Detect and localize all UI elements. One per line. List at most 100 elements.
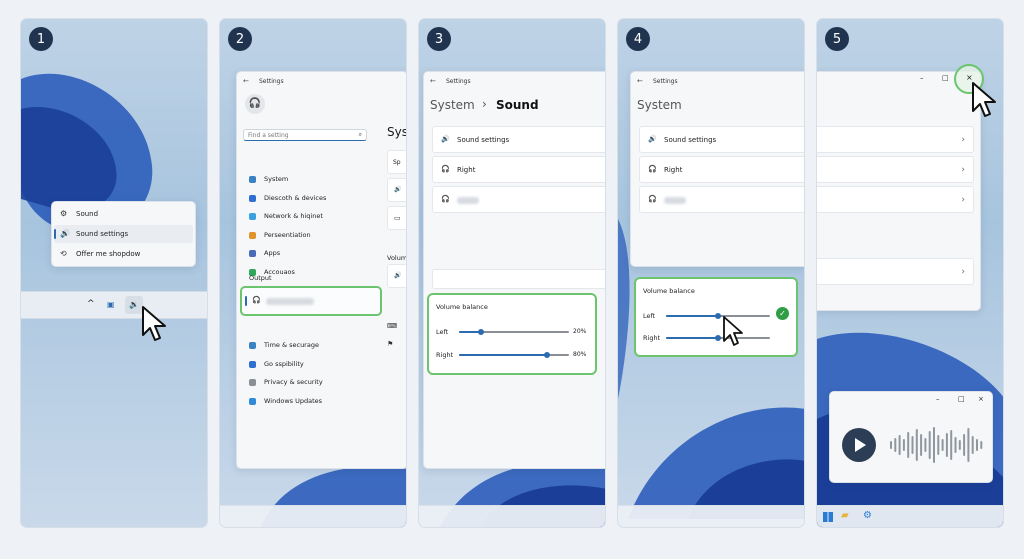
- breadcrumb-parent[interactable]: System: [430, 98, 475, 112]
- settings-window: ← Settings 🎧 Find a setting ⌕ System Dies…: [236, 71, 407, 469]
- headphones-icon: 🎧: [441, 165, 450, 173]
- display-icon: ▭: [394, 214, 401, 222]
- right-slider-thumb[interactable]: [715, 335, 721, 341]
- nav-item[interactable]: Go sspibility: [243, 358, 373, 372]
- minimize-button[interactable]: –: [920, 74, 924, 82]
- redacted-device-name: [664, 197, 686, 204]
- waveform-bar: [898, 435, 901, 455]
- waveform-bar: [907, 432, 910, 458]
- display-icon[interactable]: ▣: [107, 300, 115, 309]
- settings-window: – □ × › › › ›: [817, 64, 984, 311]
- back-arrow-icon[interactable]: ←: [637, 77, 643, 85]
- setting-card[interactable]: Sp: [387, 150, 406, 174]
- step-badge: 4: [626, 27, 650, 51]
- left-slider-thumb[interactable]: [715, 313, 721, 319]
- right-device-card[interactable]: 🎧 Right: [639, 156, 804, 183]
- right-device-card[interactable]: 🎧 Right: [432, 156, 605, 183]
- play-button[interactable]: [842, 428, 876, 462]
- right-slider[interactable]: [459, 352, 569, 358]
- search-input[interactable]: Find a setting ⌕: [243, 129, 367, 141]
- device-card[interactable]: 🎧: [432, 186, 605, 213]
- maximize-button[interactable]: □: [942, 74, 949, 82]
- chevron-up-icon[interactable]: ^: [87, 299, 95, 309]
- settings-card[interactable]: ›: [817, 258, 974, 285]
- chevron-right-icon: ›: [961, 266, 965, 277]
- mouse-cursor: [142, 306, 166, 341]
- waveform: [890, 427, 983, 463]
- nav-item-label: System: [264, 175, 289, 183]
- chevron-right-icon: ›: [961, 164, 965, 175]
- device-card[interactable]: 🎧: [639, 186, 804, 213]
- settings-card[interactable]: ›: [817, 156, 974, 183]
- selection-indicator: [54, 229, 56, 239]
- taskbar: [419, 505, 605, 527]
- left-slider[interactable]: [459, 329, 569, 335]
- sound-settings-card[interactable]: 🔊 Sound settings: [639, 126, 804, 153]
- window-title: Settings: [259, 78, 284, 85]
- nav-item[interactable]: Windows Updates: [243, 395, 373, 409]
- menu-item-sound-settings[interactable]: 🔊 Sound settings: [54, 225, 193, 243]
- menu-item-offer[interactable]: ⟲ Offer me shopdow: [52, 245, 195, 263]
- menu-item-sound[interactable]: ⚙ Sound: [52, 205, 195, 223]
- start-icon[interactable]: [823, 512, 833, 522]
- sound-settings-card[interactable]: 🔊 Sound settings: [432, 126, 605, 153]
- waveform-bar: [890, 441, 892, 449]
- headphones-icon: 🎧: [648, 165, 657, 173]
- left-label: Left: [643, 312, 656, 320]
- nav-item-icon: [249, 342, 256, 349]
- nav-item[interactable]: Network & hiqinet: [243, 210, 373, 224]
- waveform-bar: [915, 429, 918, 461]
- minimize-button[interactable]: –: [936, 395, 940, 403]
- breadcrumb-current: Sound: [496, 98, 539, 112]
- settings-card[interactable]: ›: [817, 186, 974, 213]
- output-device-item[interactable]: 🎧: [240, 286, 382, 316]
- speaker-icon: 🔊: [441, 135, 450, 143]
- left-slider[interactable]: [666, 313, 770, 319]
- nav-item[interactable]: Apps: [243, 247, 373, 261]
- search-placeholder: Find a setting: [248, 131, 289, 139]
- nav-item-label: Privacy & security: [264, 378, 323, 386]
- nav-item[interactable]: Time & securage: [243, 339, 373, 353]
- volume-balance-card: Volume balance Left Right ✓: [634, 277, 798, 357]
- nav-item[interactable]: Privacy & security: [243, 376, 373, 390]
- back-arrow-icon[interactable]: ←: [430, 77, 436, 85]
- maximize-button[interactable]: □: [958, 395, 965, 403]
- close-button[interactable]: ×: [978, 395, 984, 403]
- waveform-bar: [928, 431, 931, 459]
- volume-heading: Volum: [387, 254, 407, 262]
- flag-icon: ⚑: [387, 340, 394, 348]
- setting-card[interactable]: 🔊: [387, 264, 406, 288]
- right-slider[interactable]: [666, 335, 770, 341]
- nav-item[interactable]: Diescoth & devices: [243, 192, 373, 206]
- setting-card[interactable]: ▭: [387, 206, 406, 230]
- setting-card[interactable]: 🔊: [387, 178, 406, 202]
- card-label: Sound settings: [664, 136, 717, 144]
- nav-item-label: Time & securage: [264, 341, 319, 349]
- output-heading: Output: [249, 274, 272, 282]
- nav-item[interactable]: Perseentiation: [243, 229, 373, 243]
- waveform-bar: [937, 435, 940, 455]
- nav-item-icon: [249, 250, 256, 257]
- blank-card: [432, 269, 605, 289]
- folder-icon[interactable]: ▰: [841, 510, 849, 521]
- menu-item-label: Sound settings: [76, 230, 129, 238]
- speaker-icon: 🔊: [648, 135, 657, 143]
- play-icon: [855, 438, 866, 452]
- window-title: Settings: [446, 78, 471, 85]
- right-slider-thumb[interactable]: [544, 352, 550, 358]
- nav-item-icon: [249, 194, 256, 202]
- nav-item[interactable]: System: [243, 173, 373, 187]
- back-arrow-icon[interactable]: ←: [243, 77, 249, 85]
- waveform-bar: [941, 439, 944, 451]
- window-title: Settings: [653, 78, 678, 85]
- step-1-panel: 1 ⚙ Sound 🔊 Sound settings ⟲ Offer me sh…: [20, 18, 208, 528]
- waveform-bar: [963, 434, 966, 456]
- system-tray: ^ ▣ 🔉: [21, 291, 207, 319]
- card-label: Right: [457, 166, 476, 174]
- settings-gear-icon[interactable]: ⚙: [863, 510, 872, 521]
- left-slider-thumb[interactable]: [478, 329, 484, 335]
- mouse-cursor: [723, 316, 743, 346]
- gear-icon: ⚙: [60, 209, 68, 218]
- settings-card[interactable]: ›: [817, 126, 974, 153]
- step-5-panel: 5 ▰ ⚙ – □ × › › › › – □ ×: [816, 18, 1004, 528]
